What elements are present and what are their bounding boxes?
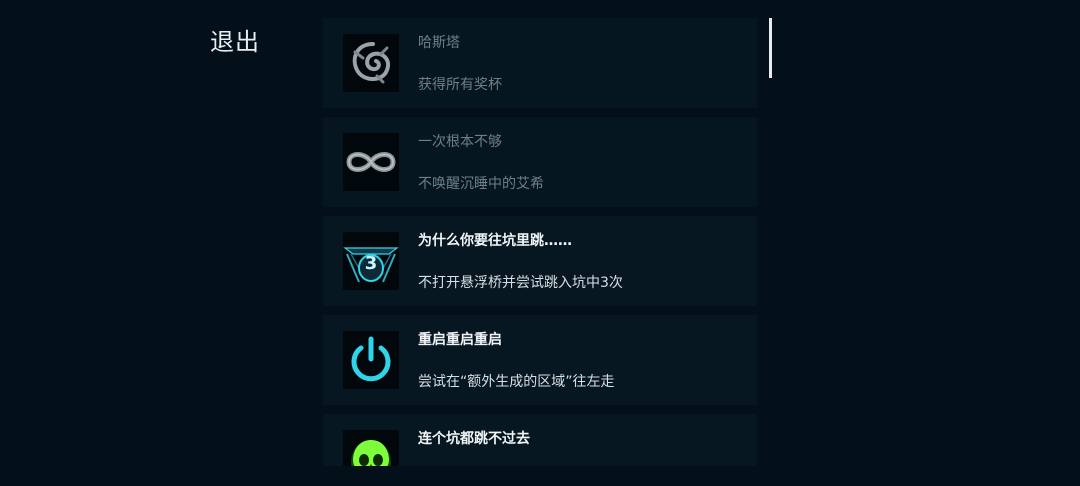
power-icon xyxy=(343,331,399,389)
achievement-title: 一次根本不够 xyxy=(418,134,502,150)
achievement-card[interactable]: 连个坑都跳不过去 xyxy=(323,414,757,466)
achievement-title: 为什么你要往坑里跳…… xyxy=(418,233,572,249)
achievement-title: 连个坑都跳不过去 xyxy=(418,431,530,447)
pit-counter-number: 3 xyxy=(364,253,378,274)
achievement-card[interactable]: 3 为什么你要往坑里跳…… 不打开悬浮桥并尝试跳入坑中3次 xyxy=(323,216,757,306)
achievement-title: 哈斯塔 xyxy=(418,35,460,51)
scrollbar-thumb[interactable] xyxy=(769,18,772,78)
achievement-card[interactable]: 重启重启重启 尝试在“额外生成的区域”往左走 xyxy=(323,315,757,405)
achievement-card[interactable]: 哈斯塔 获得所有奖杯 xyxy=(323,18,757,108)
spiral-sigil-icon xyxy=(343,34,399,92)
achievement-card[interactable]: 一次根本不够 不唤醒沉睡中的艾希 xyxy=(323,117,757,207)
achievement-title: 重启重启重启 xyxy=(418,332,502,348)
green-skull-icon xyxy=(343,430,399,466)
achievement-description: 不唤醒沉睡中的艾希 xyxy=(418,176,544,192)
exit-button[interactable]: 退出 xyxy=(210,22,260,57)
achievement-description: 尝试在“额外生成的区域”往左走 xyxy=(418,374,615,390)
achievement-list[interactable]: 哈斯塔 获得所有奖杯 一次根本不够 不唤醒沉睡中的艾希 3 为什么你要往坑里跳…… xyxy=(323,18,757,466)
achievement-description: 不打开悬浮桥并尝试跳入坑中3次 xyxy=(418,275,623,291)
infinity-icon xyxy=(343,133,399,191)
achievement-description: 获得所有奖杯 xyxy=(418,77,502,93)
